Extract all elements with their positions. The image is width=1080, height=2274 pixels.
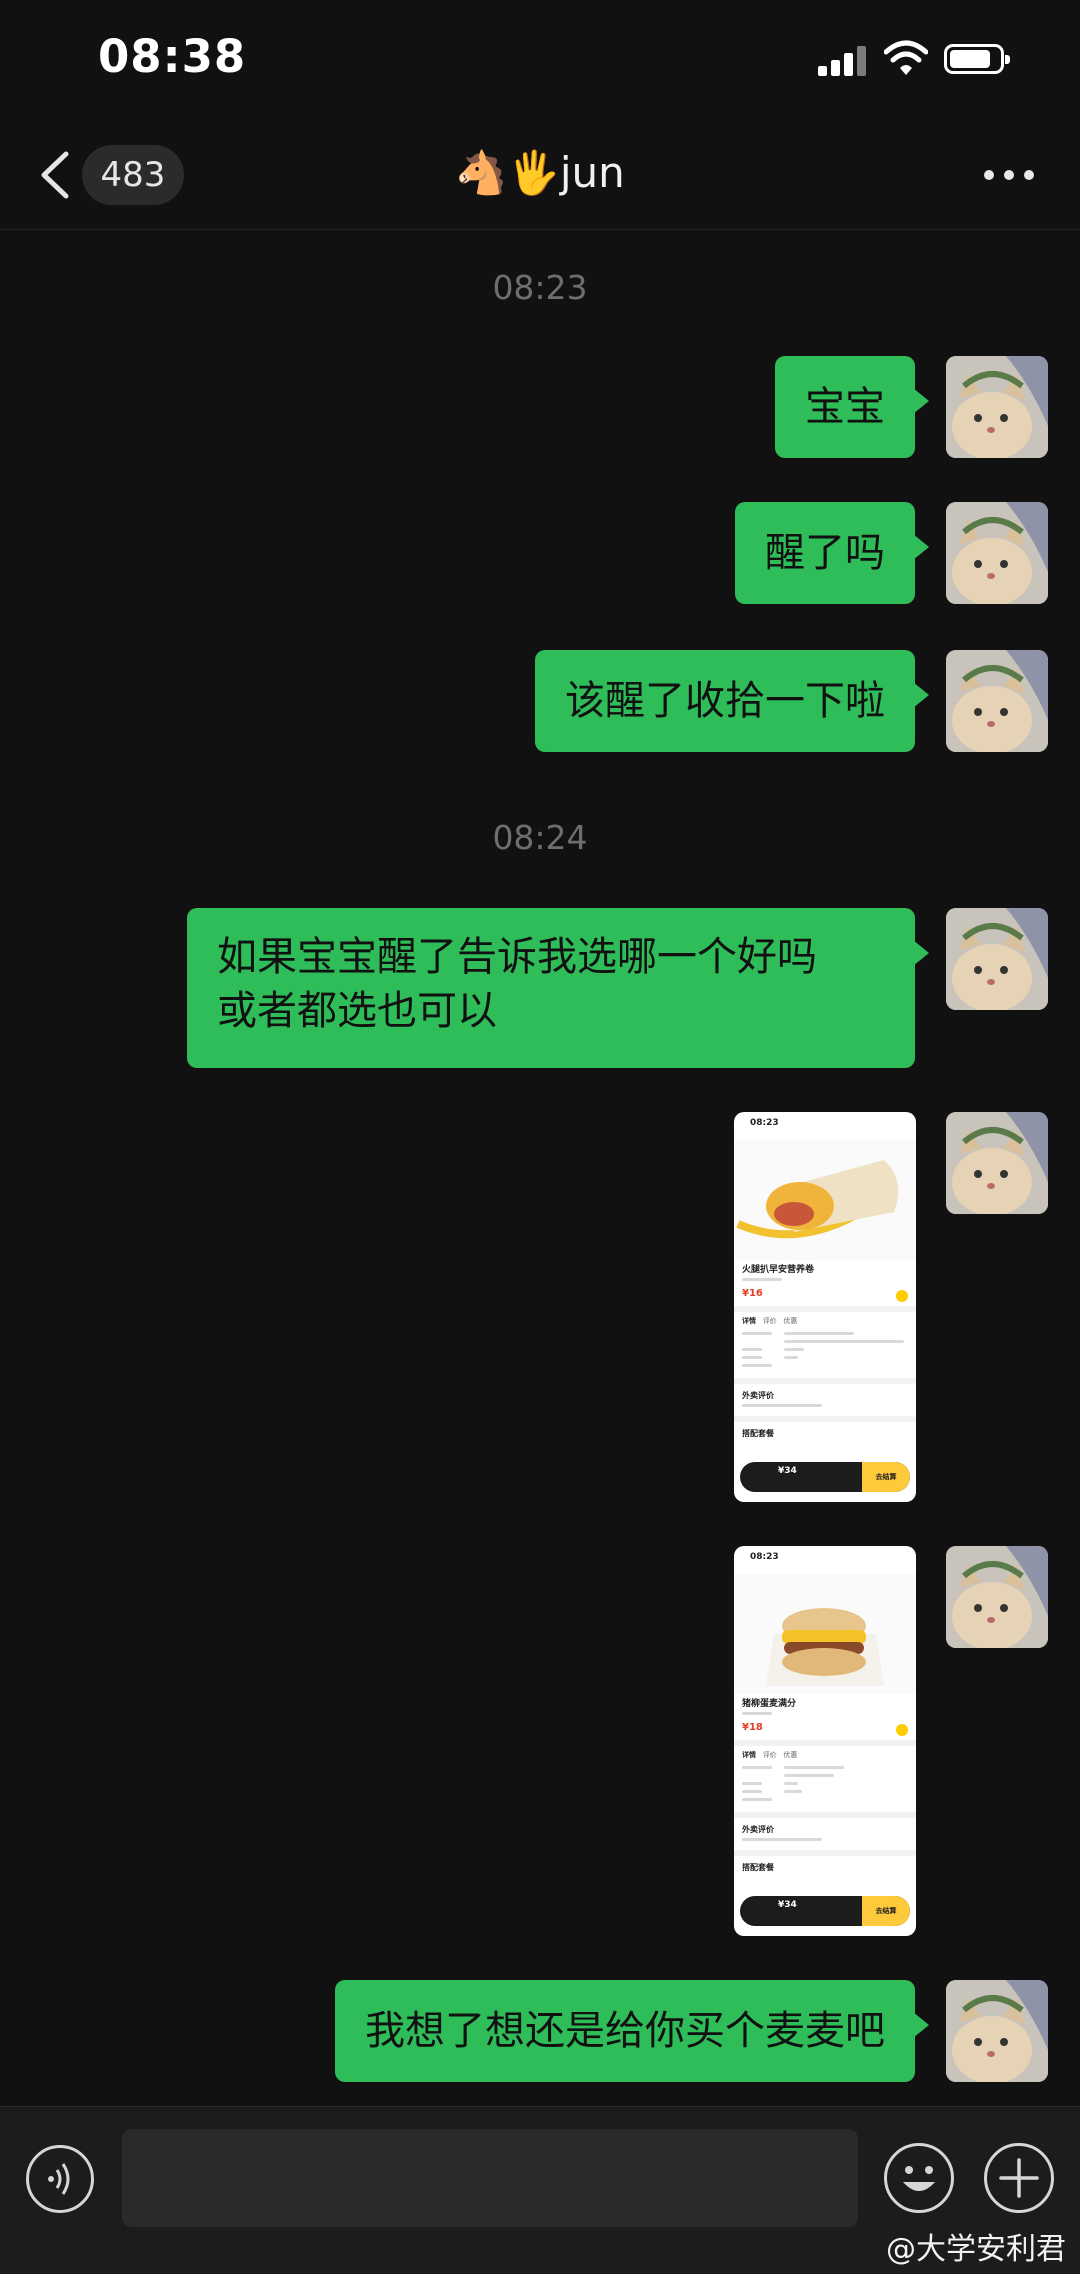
message-text-line-1: 如果宝宝醒了告诉我选哪一个好吗 [217,934,817,980]
cellular-signal-icon [818,44,870,76]
message-input[interactable] [122,2129,858,2227]
battery-icon [944,44,1010,74]
message-text: 我想了想还是给你买个麦麦吧 [365,2008,885,2054]
emoji-icon[interactable] [884,2143,954,2213]
thumb-item-name: 猪柳蛋麦满分 [742,1699,797,1709]
message-text: 宝宝 [805,384,885,430]
thumb-item-name: 火腿扒早安营养卷 [742,1265,815,1275]
avatar[interactable] [946,908,1048,1010]
chat-header: 483 🐴🖐jun [0,120,1080,230]
timestamp: 08:24 [492,818,588,857]
image-message-thumbnail[interactable]: 08:23 火腿扒早安营养卷 ¥16 详情 评价 优惠 外卖评价 搭配套餐 ¥3… [734,1112,916,1502]
avatar[interactable] [946,1546,1048,1648]
thumb-combo-heading: 搭配套餐 [742,1863,774,1872]
status-time: 08:38 [98,30,247,83]
thumb-cart-bar: ¥34 去结算 [740,1896,910,1926]
thumb-time: 08:23 [750,1552,779,1562]
thumb-quantity-stepper [868,1724,908,1736]
cat-avatar-image [946,1112,1048,1214]
plus-icon[interactable] [984,2143,1054,2213]
message-bubble[interactable]: 该醒了收拾一下啦 [535,650,929,752]
cat-avatar-image [946,650,1048,752]
image-message-thumbnail[interactable]: 08:23 猪柳蛋麦满分 ¥18 详情 评价 优惠 外卖评价 搭配套餐 ¥34 … [734,1546,916,1936]
thumb-reviews-heading: 外卖评价 [742,1391,774,1400]
thumb-price: ¥16 [742,1288,763,1299]
message-bubble[interactable]: 我想了想还是给你买个麦麦吧 [335,1980,929,2082]
thumb-tabs: 详情 评价 优惠 [742,1751,798,1759]
more-options-icon[interactable] [984,170,1034,182]
watermark: @大学安利君 [886,2232,1066,2267]
thumb-cart-bar: ¥34 去结算 [740,1462,910,1492]
thumb-combo-heading: 搭配套餐 [742,1429,774,1438]
message-bubble[interactable]: 宝宝 [775,356,929,458]
muffin-image [734,1574,916,1694]
message-text: 醒了吗 [765,530,885,576]
avatar[interactable] [946,502,1048,604]
avatar[interactable] [946,1112,1048,1214]
voice-input-icon[interactable] [26,2145,94,2213]
thumb-time: 08:23 [750,1118,779,1128]
thumb-reviews-heading: 外卖评价 [742,1825,774,1834]
chat-title: 🐴🖐jun [455,148,625,197]
cat-avatar-image [946,1546,1048,1648]
message-bubble[interactable]: 如果宝宝醒了告诉我选哪一个好吗 或者都选也可以 [187,908,929,1068]
message-text: 该醒了收拾一下啦 [565,678,885,724]
food-wrap-image [734,1140,916,1260]
cat-avatar-image [946,502,1048,604]
cat-avatar-image [946,356,1048,458]
cat-avatar-image [946,908,1048,1010]
avatar[interactable] [946,356,1048,458]
status-bar: 08:38 [0,0,1080,120]
cat-avatar-image [946,1980,1048,2082]
thumb-price: ¥18 [742,1722,763,1733]
message-bubble[interactable]: 醒了吗 [735,502,929,604]
wifi-icon [884,40,928,75]
avatar[interactable] [946,1980,1048,2082]
thumb-quantity-stepper [868,1290,908,1302]
avatar[interactable] [946,650,1048,752]
thumb-tabs: 详情 评价 优惠 [742,1317,798,1325]
input-bar: @大学安利君 [0,2106,1080,2274]
message-text-line-2: 或者都选也可以 [217,988,497,1034]
timestamp: 08:23 [492,268,588,307]
